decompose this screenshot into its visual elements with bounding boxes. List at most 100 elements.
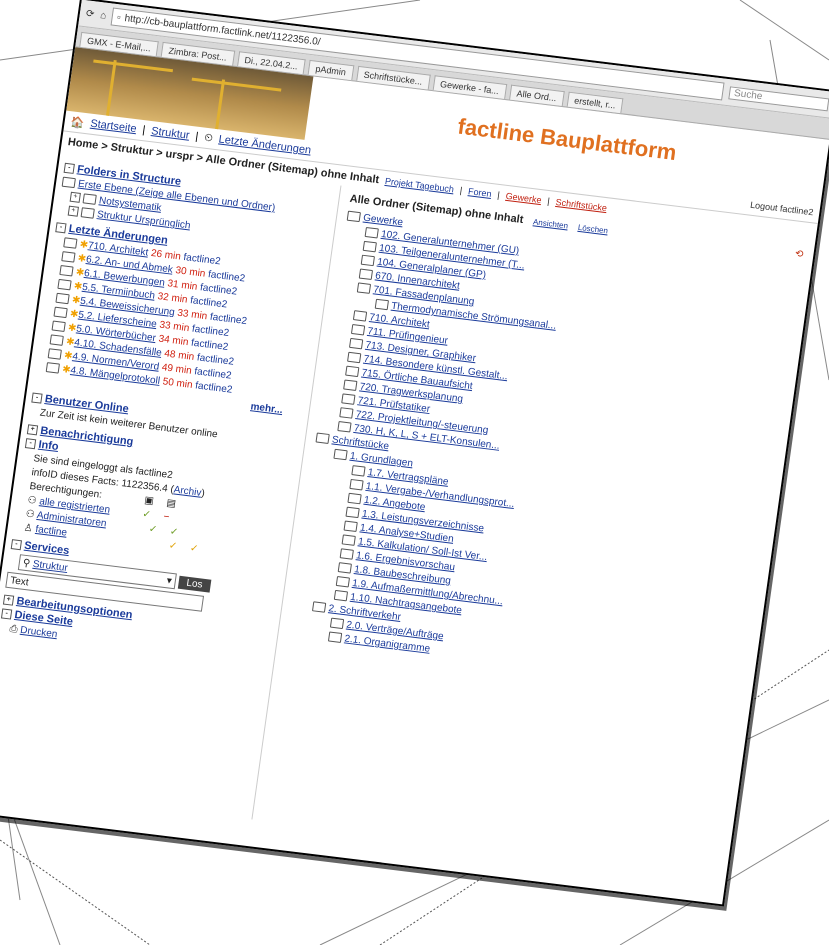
change-time: 26 min: [150, 248, 182, 263]
read-icon: ▣: [143, 495, 155, 508]
sitemap-panel: Alle Ordner (Sitemap) ohne Inhalt Ansich…: [252, 186, 815, 878]
folder-tree: Gewerke 102. Generalunternehmer (GU) 103. …: [288, 211, 802, 694]
folder-icon: [49, 334, 64, 347]
change-time: 30 min: [174, 265, 207, 280]
write-icon: ▤: [165, 497, 177, 510]
user-factline[interactable]: factline: [35, 524, 68, 539]
change-user: factline2: [209, 311, 248, 328]
delete-action[interactable]: Löschen: [577, 222, 608, 235]
structure-icon: ⚲: [22, 557, 31, 569]
folder-icon: [51, 320, 66, 333]
page-icon: ▫: [116, 11, 122, 23]
views-action[interactable]: Ansichten: [533, 217, 569, 230]
refresh-icon[interactable]: ⟲: [794, 248, 804, 260]
check-icon: ✓: [169, 526, 179, 539]
folder-icon: [356, 282, 372, 295]
folder-icon: [362, 241, 377, 253]
nav-startseite[interactable]: Startseite: [90, 118, 138, 136]
tree-node-link[interactable]: Gewerke: [362, 213, 403, 229]
folder-icon: [346, 352, 362, 364]
folder-icon: [333, 449, 348, 461]
subnav-schriftstuecke[interactable]: Schriftstücke: [555, 197, 608, 213]
home-icon[interactable]: ⌂: [100, 10, 108, 22]
user-icon: ♙: [22, 522, 34, 535]
folder-icon: [53, 306, 68, 319]
folder-icon: [351, 465, 366, 477]
nav-struktur[interactable]: Struktur: [150, 125, 190, 142]
folder-icon: [335, 576, 350, 588]
reload-icon[interactable]: ⟳: [85, 8, 95, 20]
folder-icon: [337, 421, 352, 433]
change-user: factline2: [182, 252, 222, 268]
group-icon: ⚇: [24, 508, 36, 521]
folder-icon: [61, 251, 76, 264]
services-go-button[interactable]: Los: [177, 575, 212, 593]
change-time: 33 min: [158, 319, 191, 335]
change-time: 48 min: [163, 348, 195, 363]
change-time: 32 min: [156, 291, 189, 306]
folder-icon: [47, 348, 62, 361]
folder-icon: [364, 227, 379, 239]
change-time: 31 min: [166, 278, 199, 293]
folder-icon: [339, 548, 354, 561]
more-link[interactable]: mehr...: [250, 401, 284, 416]
folder-icon: [311, 601, 327, 614]
folder-icon: [358, 268, 373, 281]
archive-link[interactable]: Archiv: [173, 485, 202, 499]
change-user: factline2: [207, 269, 246, 285]
change-user: factline2: [196, 352, 235, 368]
folder-icon: [337, 562, 352, 574]
print-link[interactable]: Drucken: [19, 625, 58, 640]
folder-icon: [82, 193, 97, 206]
folder-icon: [343, 379, 358, 392]
logout-link[interactable]: Logout factline2: [750, 200, 814, 218]
folder-icon: [80, 207, 95, 220]
folder-icon: [345, 365, 360, 378]
folder-icon: [349, 479, 364, 491]
folder-icon: [345, 507, 360, 519]
folder-icon: [343, 520, 358, 533]
folder-icon: [45, 362, 60, 374]
folder-icon: [61, 177, 76, 189]
clock-icon: ⏲: [203, 131, 214, 145]
folder-icon: [59, 265, 74, 277]
printer-icon: ⎙: [8, 623, 19, 636]
folder-icon: [339, 407, 354, 420]
change-user: factline2: [199, 282, 238, 298]
group-icon: ⚇: [26, 494, 38, 507]
change-user: factline2: [189, 295, 228, 311]
folder-icon: [341, 393, 356, 406]
browser-screenshot: ⟳ ⌂ ▫ http://cb-bauplattform.factlink.ne…: [0, 0, 829, 907]
folder-icon: [327, 631, 343, 644]
change-user: factline2: [194, 380, 233, 396]
folder-icon: [55, 293, 70, 305]
folder-icon: [352, 310, 368, 322]
subnav-foren[interactable]: Foren: [467, 186, 492, 199]
folder-icon: [63, 237, 78, 250]
check-icon: ✓: [168, 540, 178, 553]
folder-icon: [346, 211, 361, 223]
folder-icon: [57, 279, 72, 291]
dropdown-icon: ▾: [166, 574, 173, 587]
change-time: 49 min: [161, 362, 193, 377]
check-icon: ✓: [189, 542, 200, 555]
change-user: factline2: [191, 323, 230, 339]
check-icon: ✓: [141, 508, 152, 521]
folder-icon: [374, 299, 389, 311]
change-user: factline2: [190, 337, 229, 353]
subnav-gewerke[interactable]: Gewerke: [505, 191, 542, 205]
folder-icon: [348, 338, 364, 350]
check-icon: ✓: [148, 523, 158, 536]
folder-icon: [333, 590, 349, 602]
change-time: 33 min: [176, 307, 208, 323]
minus-icon: −: [162, 511, 171, 524]
change-user: factline2: [193, 366, 233, 382]
folder-icon: [315, 432, 330, 445]
change-time: 34 min: [157, 333, 190, 349]
folder-icon: [329, 617, 345, 630]
content-area: - Folders in Structure Erste Ebene (Zeige…: [0, 151, 815, 877]
change-time: 50 min: [161, 376, 194, 391]
folder-icon: [341, 534, 356, 547]
folder-icon: [347, 493, 362, 505]
folder-icon: [350, 324, 366, 336]
